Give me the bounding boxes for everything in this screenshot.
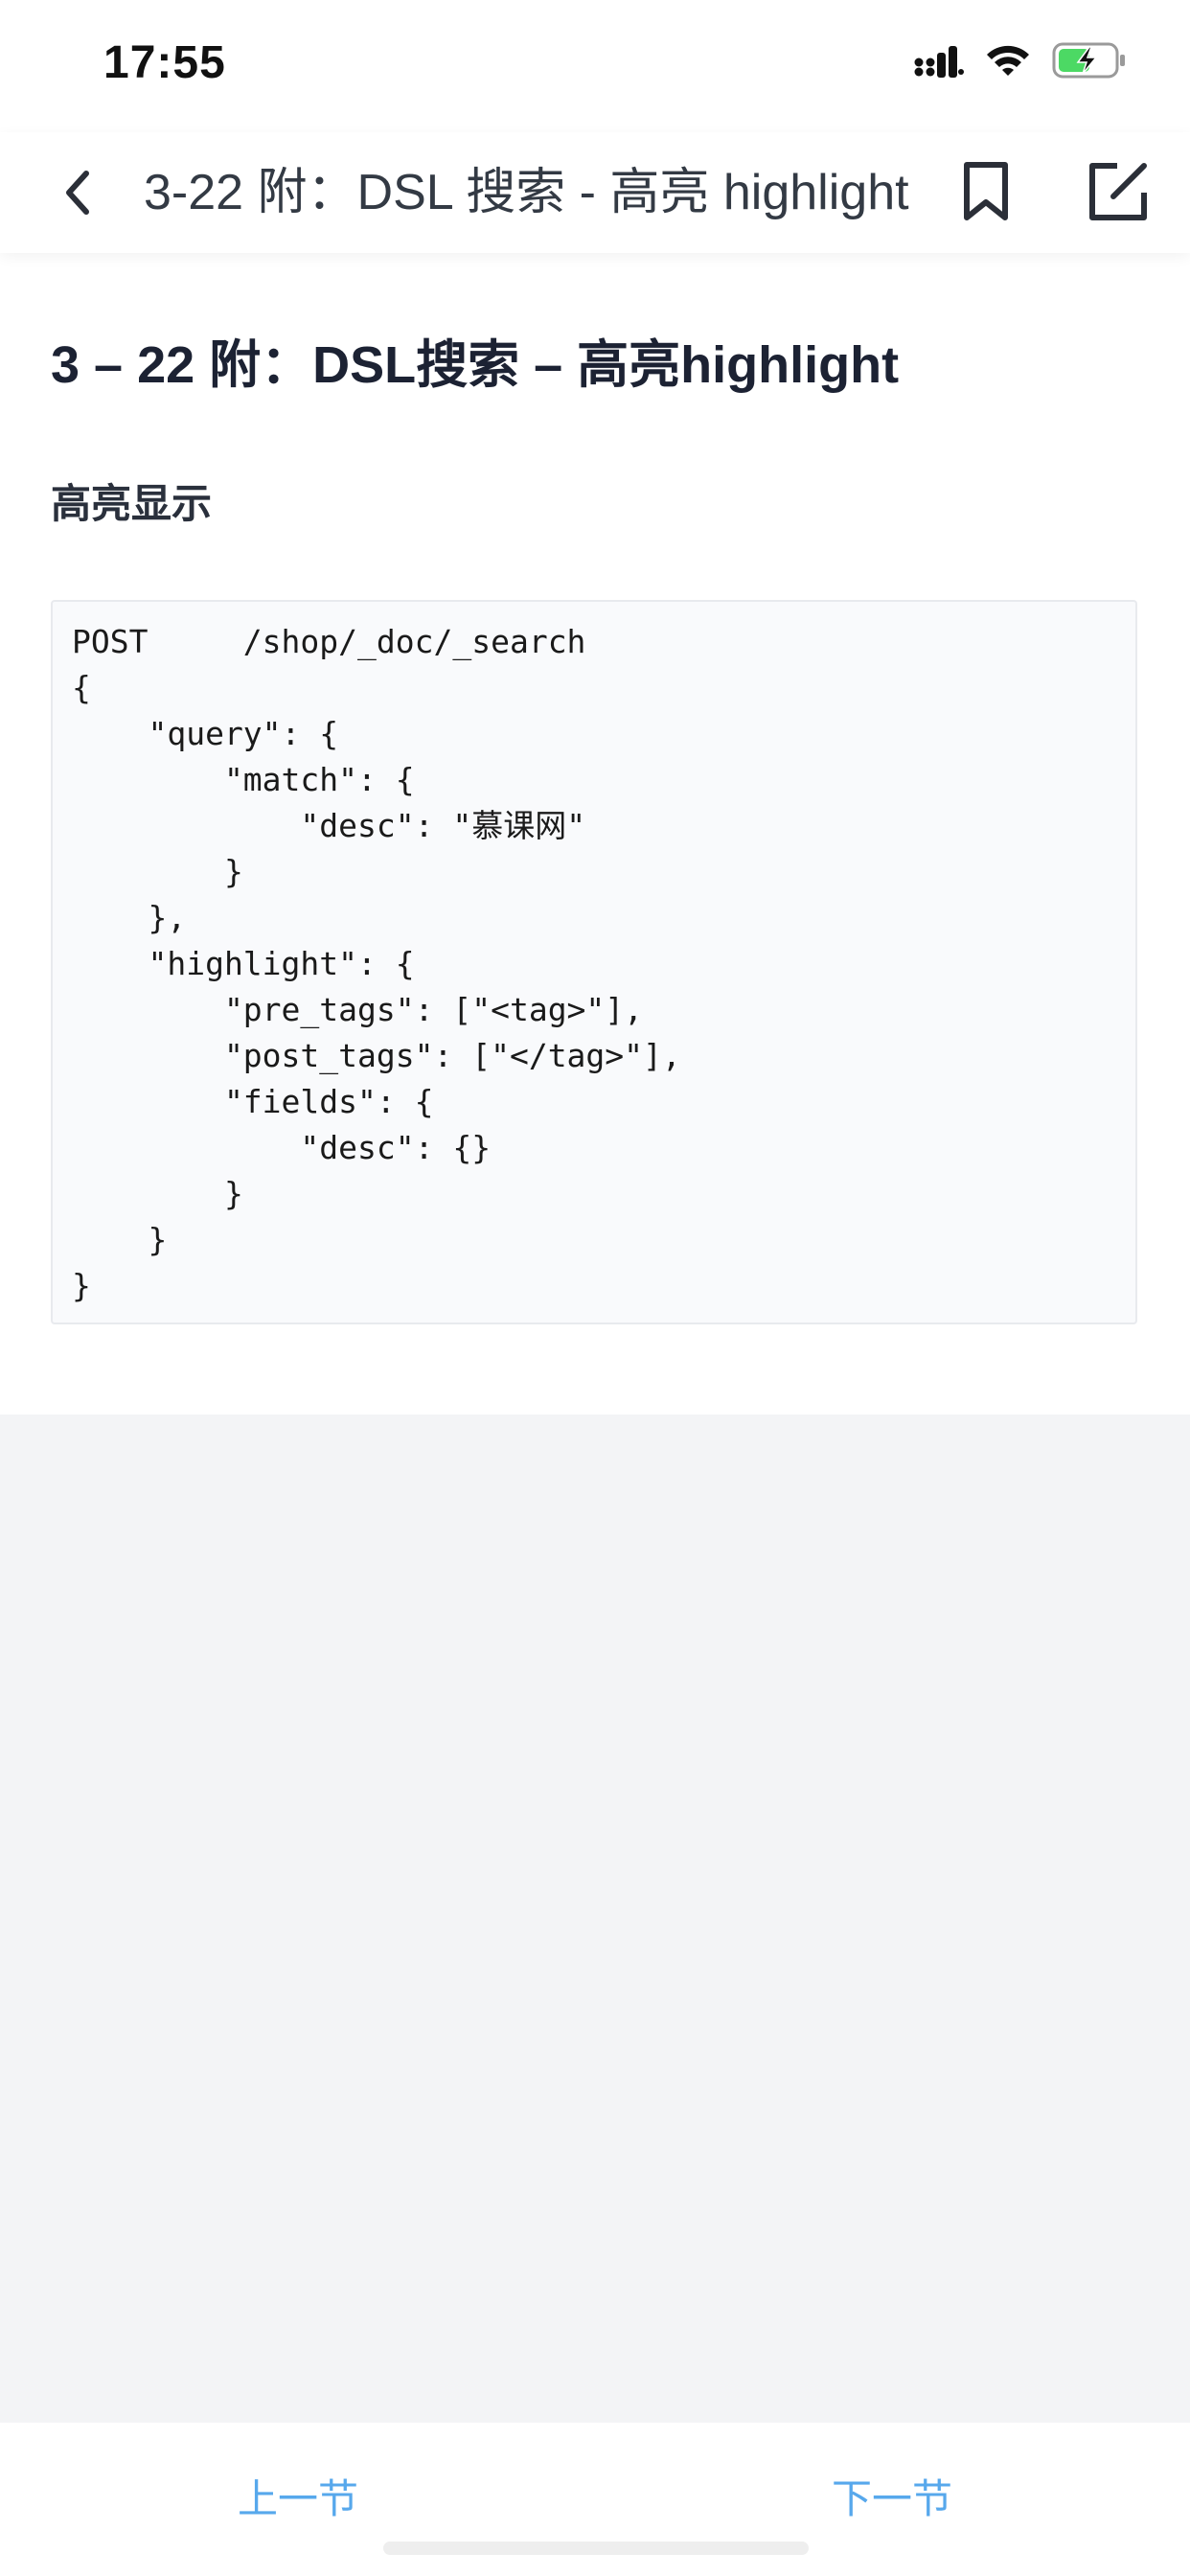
status-bar: 17:55	[0, 0, 1190, 132]
article-content: 3 – 22 附：DSL搜索 – 高亮highlight 高亮显示 POST /…	[0, 253, 1190, 1414]
edit-note-icon	[1089, 163, 1147, 220]
code-line: "highlight": {	[72, 945, 415, 982]
back-chevron-icon	[66, 171, 89, 215]
edit-note-button[interactable]	[1083, 156, 1154, 227]
next-section-button[interactable]: 下一节	[832, 2471, 952, 2528]
code-line: }	[72, 1221, 168, 1258]
code-line: "pre_tags": ["<tag>"],	[72, 991, 644, 1028]
status-time: 17:55	[103, 37, 226, 88]
previous-section-button[interactable]: 上一节	[238, 2471, 358, 2528]
home-indicator[interactable]	[383, 2542, 809, 2555]
code-block: POST /shop/_doc/_search { "query": { "ma…	[51, 600, 1137, 1324]
code-line: }	[72, 1175, 243, 1212]
bookmark-button[interactable]	[952, 158, 1019, 225]
bottom-bar: 上一节 下一节	[0, 2423, 1190, 2576]
wifi-icon	[985, 43, 1031, 82]
code-line: "match": {	[72, 761, 415, 798]
code-line: "desc": "慕课网"	[72, 807, 586, 844]
code-line: "query": {	[72, 715, 339, 752]
code-line: }	[72, 1267, 91, 1304]
status-icons	[914, 42, 1127, 83]
cellular-signal-icon	[914, 43, 964, 82]
article-title: 3 – 22 附：DSL搜索 – 高亮highlight	[51, 336, 900, 394]
code-line: },	[72, 899, 187, 936]
section-heading: 高亮显示	[51, 481, 213, 526]
bookmark-icon	[964, 162, 1008, 220]
nav-bar: 3-22 附：DSL 搜索 - 高亮 highlight	[0, 132, 1190, 253]
code-line: }	[72, 853, 243, 890]
back-button[interactable]	[46, 162, 107, 223]
code-line: "fields": {	[72, 1083, 434, 1120]
battery-charging-icon	[1052, 42, 1127, 83]
code-line: {	[72, 669, 91, 706]
code-line: "desc": {}	[72, 1129, 492, 1166]
nav-title: 3-22 附：DSL 搜索 - 高亮 highlight	[144, 165, 909, 220]
code-line: POST /shop/_doc/_search	[72, 623, 586, 660]
code-line: "post_tags": ["</tag>"],	[72, 1037, 681, 1074]
